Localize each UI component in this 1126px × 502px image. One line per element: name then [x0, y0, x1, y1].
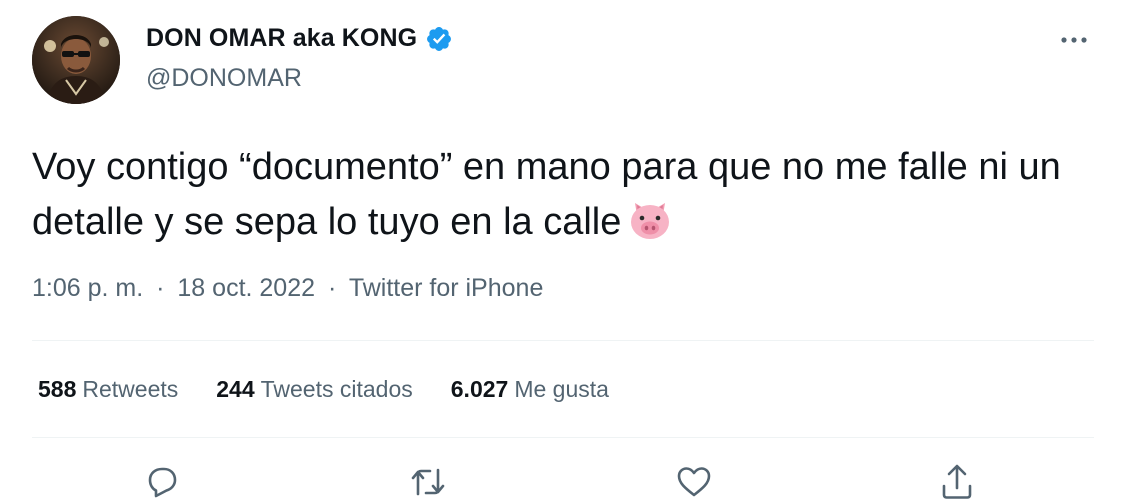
likes-count: 6.027 — [450, 376, 509, 402]
meta-separator: · — [156, 274, 165, 302]
likes-label: Me gusta — [514, 376, 609, 402]
author-name-row: DON OMAR aka KONG — [146, 24, 453, 53]
like-icon[interactable] — [674, 462, 714, 502]
quotes-label: Tweets citados — [260, 376, 413, 402]
retweets-stat[interactable]: 588 Retweets — [38, 376, 178, 403]
meta-separator: · — [327, 274, 337, 302]
pig-face-emoji — [627, 197, 673, 243]
likes-stat[interactable]: 6.027 Me gusta — [451, 376, 609, 403]
tweet-text-content: Voy contigo “documento” en mano para que… — [32, 146, 1061, 243]
display-name[interactable]: DON OMAR aka KONG — [146, 24, 417, 53]
reply-icon[interactable] — [142, 462, 182, 502]
tweet-source[interactable]: Twitter for iPhone — [349, 274, 544, 302]
handle[interactable]: @DONOMAR — [146, 64, 302, 93]
quotes-stat[interactable]: 244 Tweets citados — [216, 376, 413, 403]
more-icon[interactable] — [1058, 32, 1090, 48]
tweet-meta: 1:06 p. m. · 18 oct. 2022 · Twitter for … — [32, 274, 543, 303]
divider — [32, 340, 1094, 341]
retweets-count: 588 — [38, 376, 77, 402]
share-icon[interactable] — [937, 462, 977, 502]
verified-badge-icon — [425, 25, 453, 53]
tweet-time[interactable]: 1:06 p. m. — [32, 274, 143, 302]
quotes-count: 244 — [216, 376, 255, 402]
engagement-stats: 588 Retweets 244 Tweets citados 6.027 Me gu… — [38, 376, 647, 403]
tweet-date[interactable]: 18 oct. 2022 — [177, 274, 315, 302]
retweet-icon[interactable] — [408, 462, 448, 502]
divider — [32, 437, 1094, 438]
action-bar — [0, 462, 1126, 501]
tweet-text: Voy contigo “documento” en mano para que… — [32, 140, 1092, 250]
retweets-label: Retweets — [82, 376, 179, 402]
tweet-card: DON OMAR aka KONG @DONOMAR Voy contigo “… — [0, 0, 1126, 501]
avatar[interactable] — [32, 16, 120, 104]
